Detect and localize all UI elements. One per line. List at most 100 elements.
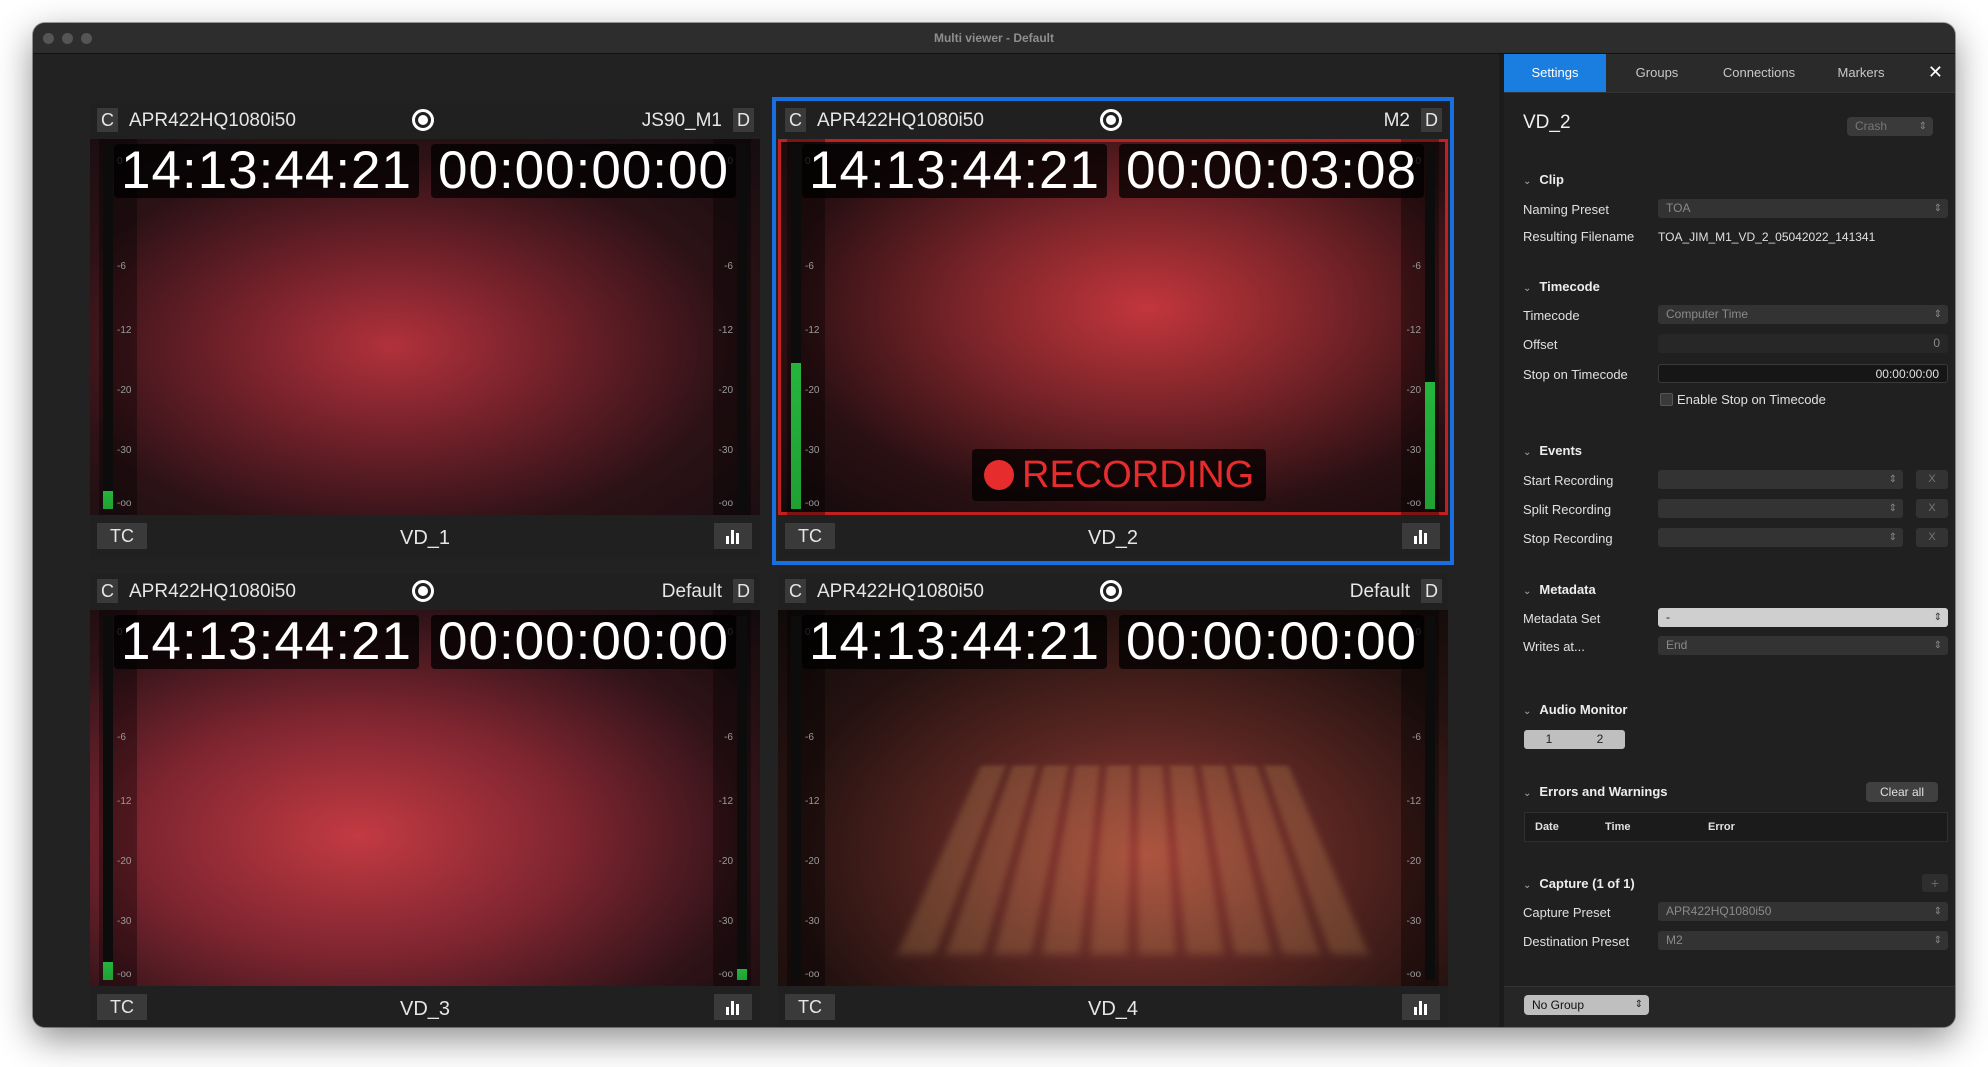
destination-preset-label: Destination Preset (1523, 934, 1630, 949)
writes-at-value: End (1666, 638, 1688, 652)
crash-dropdown[interactable]: Crash ⇕ (1847, 117, 1933, 136)
tab-groups[interactable]: Groups (1606, 54, 1708, 92)
recording-label: RECORDING (1022, 453, 1255, 496)
tab-settings[interactable]: Settings (1504, 54, 1606, 92)
updown-icon: ⇕ (1634, 999, 1643, 1010)
viewer-panel-vd1[interactable]: C APR422HQ1080i50 JS90_M1 D 0-6-12-20-30… (90, 103, 760, 559)
offset-input[interactable]: 0 (1658, 334, 1948, 353)
timecode-select[interactable]: Computer Time ⇕ (1658, 305, 1948, 324)
audio-channel-1-button[interactable]: 1 (1524, 730, 1574, 749)
stop-on-timecode-label: Stop on Timecode (1523, 367, 1628, 382)
meter-tick-label: -30 (718, 445, 733, 457)
updown-icon: ⇕ (1933, 612, 1942, 623)
resulting-filename-value: TOA_JIM_M1_VD_2_05042022_141341 (1658, 230, 1876, 244)
audio-levels-button[interactable] (1402, 523, 1440, 549)
capture-preset-value: APR422HQ1080i50 (1666, 904, 1772, 918)
section-capture[interactable]: ⌄ Capture (1 of 1) (1523, 876, 1635, 891)
meter-level (103, 961, 113, 980)
sidebar-footer: No Group ⇕ (1504, 986, 1955, 1027)
destination-button[interactable]: D (1421, 579, 1442, 603)
panel-name: VD_3 (399, 998, 451, 1020)
meter-tick-label: -oo (1406, 497, 1421, 509)
section-title: Audio Monitor (1539, 702, 1628, 717)
recording-dot-icon (984, 460, 1014, 490)
panel-name: VD_2 (1087, 527, 1139, 549)
video-preview[interactable]: 0-6-12-20-30-oo 0-6-12-20-30-oo 14:13:44… (90, 610, 760, 986)
clear-all-button[interactable]: Clear all (1866, 782, 1938, 802)
meter-tick-label: -12 (1406, 324, 1421, 336)
start-recording-select[interactable]: ⇕ (1658, 470, 1903, 489)
section-metadata[interactable]: ⌄ Metadata (1523, 582, 1596, 597)
capture-button[interactable]: C (97, 579, 118, 603)
sidebar-tabs: Settings Groups Connections Markers ✕ (1504, 54, 1955, 93)
audio-levels-button[interactable] (1402, 994, 1440, 1020)
record-icon[interactable] (1100, 580, 1122, 602)
record-icon[interactable] (1100, 109, 1122, 131)
add-capture-button[interactable]: + (1922, 874, 1948, 892)
column-header-date[interactable]: Date (1535, 821, 1559, 833)
column-header-error[interactable]: Error (1708, 821, 1735, 833)
start-recording-clear-button[interactable]: X (1916, 470, 1948, 489)
meter-tick-label: -30 (805, 445, 820, 457)
tab-connections[interactable]: Connections (1708, 54, 1810, 92)
split-recording-clear-button[interactable]: X (1916, 499, 1948, 518)
record-icon[interactable] (412, 109, 434, 131)
audio-monitor-segmented: 1 2 (1524, 730, 1625, 749)
updown-icon: ⇕ (1933, 906, 1942, 917)
capture-button[interactable]: C (97, 108, 118, 132)
close-icon[interactable]: ✕ (1928, 62, 1943, 83)
updown-icon: ⇕ (1933, 640, 1942, 651)
section-title: Errors and Warnings (1539, 784, 1668, 799)
group-select[interactable]: No Group ⇕ (1524, 995, 1649, 1015)
panel-name: VD_1 (399, 527, 451, 549)
viewer-panel-vd4[interactable]: C APR422HQ1080i50 Default D 0-6-12-20-30… (778, 574, 1448, 1027)
section-timecode[interactable]: ⌄ Timecode (1523, 279, 1600, 294)
section-events[interactable]: ⌄ Events (1523, 443, 1582, 458)
viewer-panel-vd3[interactable]: C APR422HQ1080i50 Default D 0-6-12-20-30… (90, 574, 760, 1027)
timecode-overlay: 14:13:44:21 00:00:03:08 (802, 144, 1424, 198)
stop-timecode-input[interactable]: 00:00:00:00 (1658, 364, 1948, 383)
meter-tick-label: -12 (718, 324, 733, 336)
capture-preset-select[interactable]: APR422HQ1080i50 ⇕ (1658, 902, 1948, 921)
panel-header: C APR422HQ1080i50 M2 D (778, 103, 1448, 139)
enable-stop-checkbox[interactable] (1660, 393, 1673, 406)
section-title: Clip (1539, 172, 1564, 187)
record-icon[interactable] (412, 580, 434, 602)
destination-button[interactable]: D (733, 108, 754, 132)
audio-levels-button[interactable] (714, 523, 752, 549)
writes-at-select[interactable]: End ⇕ (1658, 636, 1948, 655)
meter-tick-label: -12 (805, 324, 820, 336)
destination-button[interactable]: D (1421, 108, 1442, 132)
chevron-down-icon: ⌄ (1523, 283, 1532, 294)
audio-channel-2-button[interactable]: 2 (1575, 730, 1625, 749)
stop-recording-clear-button[interactable]: X (1916, 528, 1948, 547)
meter-tick-label: -12 (718, 795, 733, 807)
meter-level (737, 969, 747, 980)
section-title: Timecode (1539, 279, 1600, 294)
video-preview[interactable]: 0-6-12-20-30-oo 0-6-12-20-30-oo 14:13:44… (778, 139, 1448, 515)
meter-tick-label: -30 (1406, 445, 1421, 457)
destination-preset-select[interactable]: M2 ⇕ (1658, 931, 1948, 950)
writes-at-label: Writes at... (1523, 639, 1585, 654)
tab-markers[interactable]: Markers (1810, 54, 1912, 92)
capture-button[interactable]: C (785, 579, 806, 603)
metadata-set-label: Metadata Set (1523, 611, 1601, 626)
audio-levels-button[interactable] (714, 994, 752, 1020)
metadata-set-select[interactable]: - ⇕ (1658, 608, 1948, 627)
capture-button[interactable]: C (785, 108, 806, 132)
timecode-time: 14:13:44:21 (114, 615, 419, 669)
panel-header: C APR422HQ1080i50 Default D (90, 574, 760, 610)
section-audio-monitor[interactable]: ⌄ Audio Monitor (1523, 702, 1627, 717)
naming-preset-select[interactable]: TOA ⇕ (1658, 199, 1948, 218)
split-recording-select[interactable]: ⇕ (1658, 499, 1903, 518)
video-preview[interactable]: 0-6-12-20-30-oo 0-6-12-20-30-oo 14:13:44… (778, 610, 1448, 986)
video-preview[interactable]: 0-6-12-20-30-oo 0-6-12-20-30-oo 14:13:44… (90, 139, 760, 515)
section-clip[interactable]: ⌄ Clip (1523, 172, 1564, 187)
meter-tick-label: -12 (805, 795, 820, 807)
viewer-panel-vd2[interactable]: C APR422HQ1080i50 M2 D 0-6-12-20-30-oo 0… (772, 97, 1454, 565)
stop-recording-select[interactable]: ⇕ (1658, 528, 1903, 547)
meter-tick-label: -20 (805, 384, 820, 396)
column-header-time[interactable]: Time (1605, 821, 1630, 833)
section-errors[interactable]: ⌄ Errors and Warnings (1523, 784, 1668, 799)
destination-button[interactable]: D (733, 579, 754, 603)
